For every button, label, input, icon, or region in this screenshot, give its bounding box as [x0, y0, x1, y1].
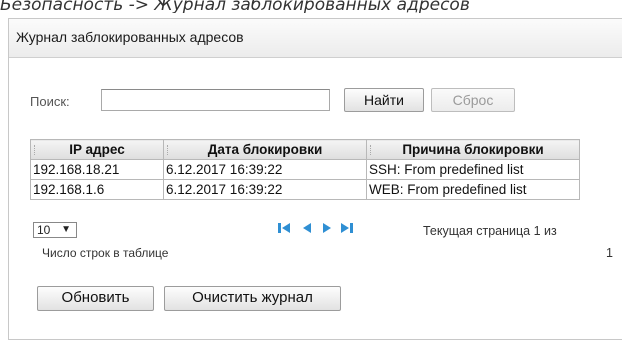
panel-header: Журнал заблокированных адресов — [9, 19, 622, 58]
table-row[interactable]: 192.168.1.6 6.12.2017 16:39:22 WEB: From… — [30, 179, 580, 200]
clear-log-button[interactable]: Очистить журнал — [164, 286, 341, 311]
cell-reason: WEB: From predefined list — [366, 179, 580, 200]
document-caption: Безопасность -> Журнал заблокированных а… — [0, 0, 470, 13]
dropdown-arrow-icon: ▼ — [61, 224, 71, 235]
reset-button[interactable]: Сброс — [431, 88, 515, 112]
column-header-ip[interactable]: IP адрес — [30, 139, 164, 160]
column-header-date[interactable]: Дата блокировки — [163, 139, 367, 160]
find-button[interactable]: Найти — [344, 88, 424, 112]
column-header-label: IP адрес — [69, 142, 125, 157]
column-header-reason[interactable]: Причина блокировки — [366, 139, 580, 160]
cell-date: 6.12.2017 16:39:22 — [163, 179, 367, 200]
table-header-row: IP адрес Дата блокировки Причина блокиро… — [30, 139, 580, 160]
column-header-label: Причина блокировки — [402, 142, 544, 157]
blocked-addresses-table: IP адрес Дата блокировки Причина блокиро… — [30, 139, 580, 200]
rows-per-page-value: 10 — [37, 223, 51, 237]
cell-ip: 192.168.1.6 — [30, 179, 164, 200]
panel-title: Журнал заблокированных адресов — [16, 29, 244, 45]
table-row[interactable]: 192.168.18.21 6.12.2017 16:39:22 SSH: Fr… — [30, 159, 580, 180]
column-grip-icon — [34, 145, 38, 155]
rows-per-page-label: Число строк в таблице — [42, 246, 169, 260]
next-page-icon[interactable] — [320, 221, 334, 235]
refresh-button[interactable]: Обновить — [37, 286, 154, 311]
cell-reason: SSH: From predefined list — [366, 159, 580, 180]
cell-date: 6.12.2017 16:39:22 — [163, 159, 367, 180]
previous-page-icon[interactable] — [300, 221, 314, 235]
first-page-icon[interactable] — [277, 221, 291, 235]
page-total: 1 — [606, 246, 613, 260]
last-page-icon[interactable] — [340, 221, 354, 235]
rows-per-page-select[interactable]: 10 ▼ — [33, 222, 77, 238]
column-grip-icon — [167, 145, 171, 155]
column-header-label: Дата блокировки — [207, 142, 323, 157]
cell-ip: 192.168.18.21 — [30, 159, 164, 180]
search-label: Поиск: — [30, 94, 70, 109]
search-input[interactable] — [101, 89, 330, 111]
column-grip-icon — [370, 145, 374, 155]
page-status: Текущая страница 1 из — [423, 224, 557, 238]
